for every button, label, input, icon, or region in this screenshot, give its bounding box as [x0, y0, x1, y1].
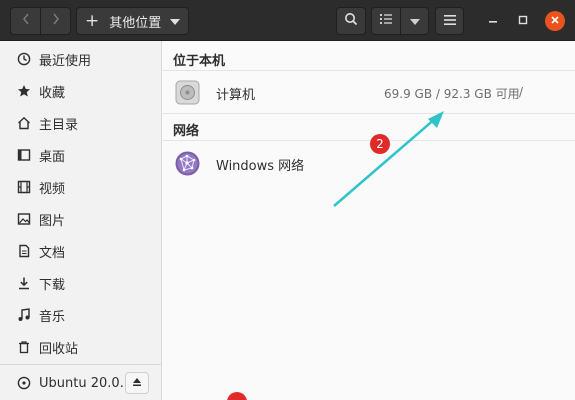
path-bar-button[interactable]: + 其他位置 [76, 7, 189, 35]
forward-button[interactable] [40, 7, 71, 35]
section-header-network: 网络 [173, 124, 200, 139]
view-options-button[interactable] [400, 7, 429, 35]
sidebar-item-label: 最近使用 [39, 53, 92, 69]
back-button[interactable] [10, 7, 41, 35]
main-content: 位于本机 计算机 69.9 GB / 92.3 GB 可用 / 网络 Windo… [163, 41, 575, 400]
sidebar-item-trash[interactable]: 回收站 [0, 333, 161, 361]
search-button[interactable] [336, 7, 366, 35]
close-icon [550, 14, 560, 28]
close-button[interactable] [545, 11, 565, 31]
minimize-button[interactable] [483, 11, 503, 31]
chevron-right-icon [51, 12, 61, 30]
section-header-local: 位于本机 [173, 54, 226, 69]
sidebar-item-label: 下载 [39, 277, 66, 293]
location-name: 计算机 [216, 88, 256, 103]
location-name: Windows 网络 [216, 159, 305, 174]
sidebar-item-downloads[interactable]: 下载 [0, 269, 161, 297]
disc-icon [17, 376, 31, 390]
path-label: 其他位置 [109, 15, 162, 31]
header-bar: + 其他位置 [0, 0, 575, 41]
sidebar-item-label: 图片 [39, 213, 66, 229]
sidebar-item-pictures[interactable]: 图片 [0, 205, 161, 233]
sidebar-separator [0, 364, 161, 365]
dropdown-triangle-icon [170, 19, 180, 25]
eject-icon [132, 376, 142, 391]
sidebar-item-label: Ubuntu 20.0… [39, 375, 133, 391]
location-row-computer[interactable]: 计算机 69.9 GB / 92.3 GB 可用 / [163, 70, 575, 114]
trash-icon [17, 340, 31, 354]
sidebar-item-music[interactable]: 音乐 [0, 301, 161, 329]
search-icon [344, 12, 358, 30]
maximize-icon [518, 14, 528, 29]
list-view-icon [379, 13, 393, 29]
sidebar-item-videos[interactable]: 视频 [0, 173, 161, 201]
plus-icon: + [85, 11, 100, 31]
sidebar-item-starred[interactable]: 收藏 [0, 77, 161, 105]
minimize-icon [488, 14, 498, 29]
network-icon [175, 151, 200, 176]
sidebar-item-desktop[interactable]: 桌面 [0, 141, 161, 169]
download-icon [17, 276, 31, 290]
chevron-down-icon [409, 14, 420, 29]
maximize-button[interactable] [513, 11, 533, 31]
sidebar-item-label: 收藏 [39, 85, 66, 101]
sidebar-item-label: 桌面 [39, 149, 66, 165]
mount-point: / [519, 85, 524, 99]
annotation-badge: 2 [370, 134, 390, 154]
video-icon [17, 180, 31, 194]
sidebar-item-label: 回收站 [39, 341, 79, 357]
disk-usage: 69.9 GB / 92.3 GB 可用 [384, 87, 520, 101]
image-icon [17, 212, 31, 226]
menu-button[interactable] [435, 7, 464, 35]
sidebar-item-recent[interactable]: 最近使用 [0, 45, 161, 73]
desktop-icon [17, 148, 31, 162]
document-icon [17, 244, 31, 258]
hard-drive-icon [175, 80, 200, 105]
sidebar-item-label: 主目录 [39, 117, 79, 133]
sidebar: 最近使用 收藏 主目录 桌面 视频 图片 文档 下载 音乐 回收站 Ubuntu… [0, 41, 162, 400]
star-icon [17, 84, 31, 98]
sidebar-item-documents[interactable]: 文档 [0, 237, 161, 265]
eject-button[interactable] [125, 372, 149, 394]
music-icon [17, 308, 31, 322]
sidebar-item-home[interactable]: 主目录 [0, 109, 161, 137]
location-row-windows-network[interactable]: Windows 网络 [163, 141, 575, 185]
sidebar-item-drive[interactable]: Ubuntu 20.0… [0, 369, 161, 397]
view-mode-button[interactable] [371, 7, 401, 35]
sidebar-item-label: 视频 [39, 181, 66, 197]
home-icon [17, 116, 31, 130]
chevron-left-icon [21, 12, 31, 30]
sidebar-item-label: 音乐 [39, 309, 66, 325]
clock-icon [17, 52, 31, 66]
file-manager-window: + 其他位置 最近使用 收藏 主目录 桌面 视频 图片 文档 下载 音乐 回收站… [0, 0, 575, 400]
hamburger-menu-icon [443, 14, 456, 29]
sidebar-item-label: 文档 [39, 245, 66, 261]
